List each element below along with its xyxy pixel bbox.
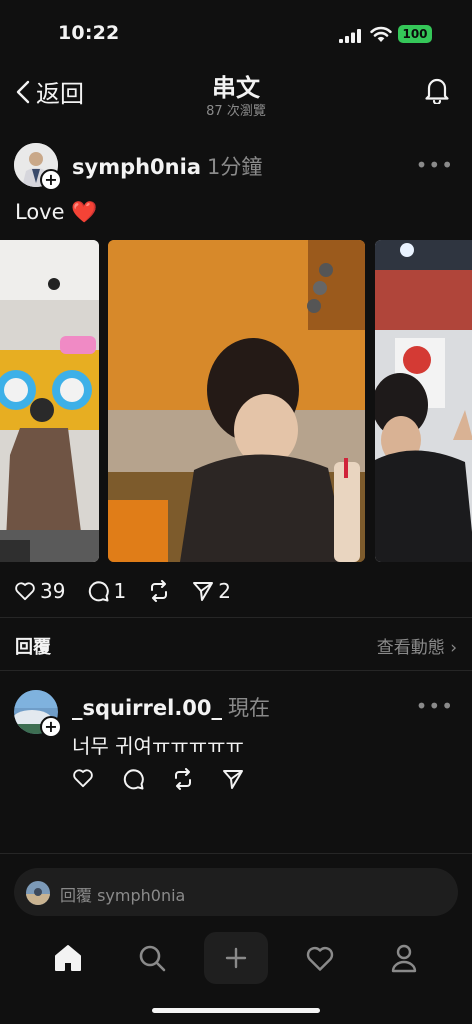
send-icon	[223, 770, 243, 789]
status-bar: 10:22 100	[0, 0, 472, 64]
reply-placeholder: 回覆 symph0nia	[60, 886, 186, 905]
author-username[interactable]: symph0nia 1分鐘	[72, 151, 262, 181]
reply-item: + _squirrel.00_ 現在 ••• 너무 귀여ㅠㅠㅠㅠㅠ	[14, 686, 458, 796]
status-time: 10:22	[58, 22, 120, 44]
follow-plus-icon[interactable]: +	[40, 716, 62, 738]
post-time: 1分鐘	[206, 155, 263, 179]
page-title: 串文	[212, 74, 260, 102]
bottom-tab-bar	[0, 928, 472, 988]
divider	[0, 617, 472, 618]
wifi-icon	[370, 26, 392, 42]
like-button[interactable]: 39	[14, 579, 65, 603]
reply-repost-button[interactable]	[172, 768, 194, 794]
divider	[0, 670, 472, 671]
comment-icon	[89, 581, 110, 602]
comment-button[interactable]: 1	[87, 579, 126, 603]
tab-profile[interactable]	[372, 932, 436, 984]
divider	[0, 853, 472, 854]
heart-icon	[73, 769, 93, 788]
photo-arcade[interactable]	[0, 240, 99, 562]
profile-icon	[391, 944, 417, 973]
plus-icon	[225, 947, 247, 969]
tab-new-post[interactable]	[204, 932, 268, 984]
tab-home[interactable]	[36, 932, 100, 984]
share-button[interactable]: 2	[192, 579, 231, 603]
comment-icon	[123, 769, 144, 790]
reply-time: 現在	[228, 696, 271, 720]
reply-username[interactable]: _squirrel.00_ 現在	[72, 692, 270, 722]
repost-icon	[175, 768, 191, 790]
photo-carousel[interactable]	[0, 240, 472, 562]
search-icon	[139, 945, 166, 972]
reply-like-button[interactable]	[72, 768, 94, 794]
reply-text: 너무 귀여ㅠㅠㅠㅠㅠ	[72, 734, 244, 758]
send-icon	[193, 582, 214, 601]
like-count: 39	[40, 579, 66, 603]
reply-comment-button[interactable]	[122, 768, 144, 794]
tab-search[interactable]	[120, 932, 184, 984]
reply-share-button[interactable]	[222, 768, 244, 794]
post-actions: 39 1 2	[14, 576, 253, 606]
share-count: 2	[218, 579, 231, 603]
repost-button[interactable]	[148, 580, 170, 602]
photo-friend[interactable]	[375, 240, 472, 562]
activity-heart-icon	[306, 946, 334, 971]
reply-actions	[72, 768, 272, 794]
reply-input[interactable]: 回覆 symph0nia	[14, 868, 458, 916]
tab-activity[interactable]	[288, 932, 352, 984]
more-icon[interactable]: •••	[416, 694, 454, 718]
top-nav: 返回 串文 87 次瀏覽	[0, 64, 472, 120]
post-header: + symph0nia 1分鐘 •••	[14, 141, 458, 191]
self-avatar	[26, 881, 50, 905]
view-activity-link[interactable]: 查看動態 ›	[377, 633, 457, 658]
cellular-signal-icon	[339, 29, 361, 43]
battery-indicator: 100	[398, 25, 432, 43]
follow-plus-icon[interactable]: +	[40, 169, 62, 191]
heart-emoji: ❤️	[71, 200, 98, 224]
photo-cafe-boy[interactable]	[108, 240, 365, 562]
repost-icon	[151, 580, 168, 602]
heart-icon	[15, 582, 35, 601]
home-icon	[55, 945, 81, 971]
replies-label: 回覆	[15, 637, 51, 658]
comment-count: 1	[113, 579, 127, 603]
post-caption: Love ❤️	[15, 200, 98, 224]
replies-header: 回覆 查看動態 ›	[15, 630, 457, 658]
more-icon[interactable]: •••	[416, 153, 454, 177]
bell-icon[interactable]	[424, 76, 450, 104]
home-indicator	[152, 1008, 320, 1013]
view-count: 87 次瀏覽	[206, 104, 266, 119]
